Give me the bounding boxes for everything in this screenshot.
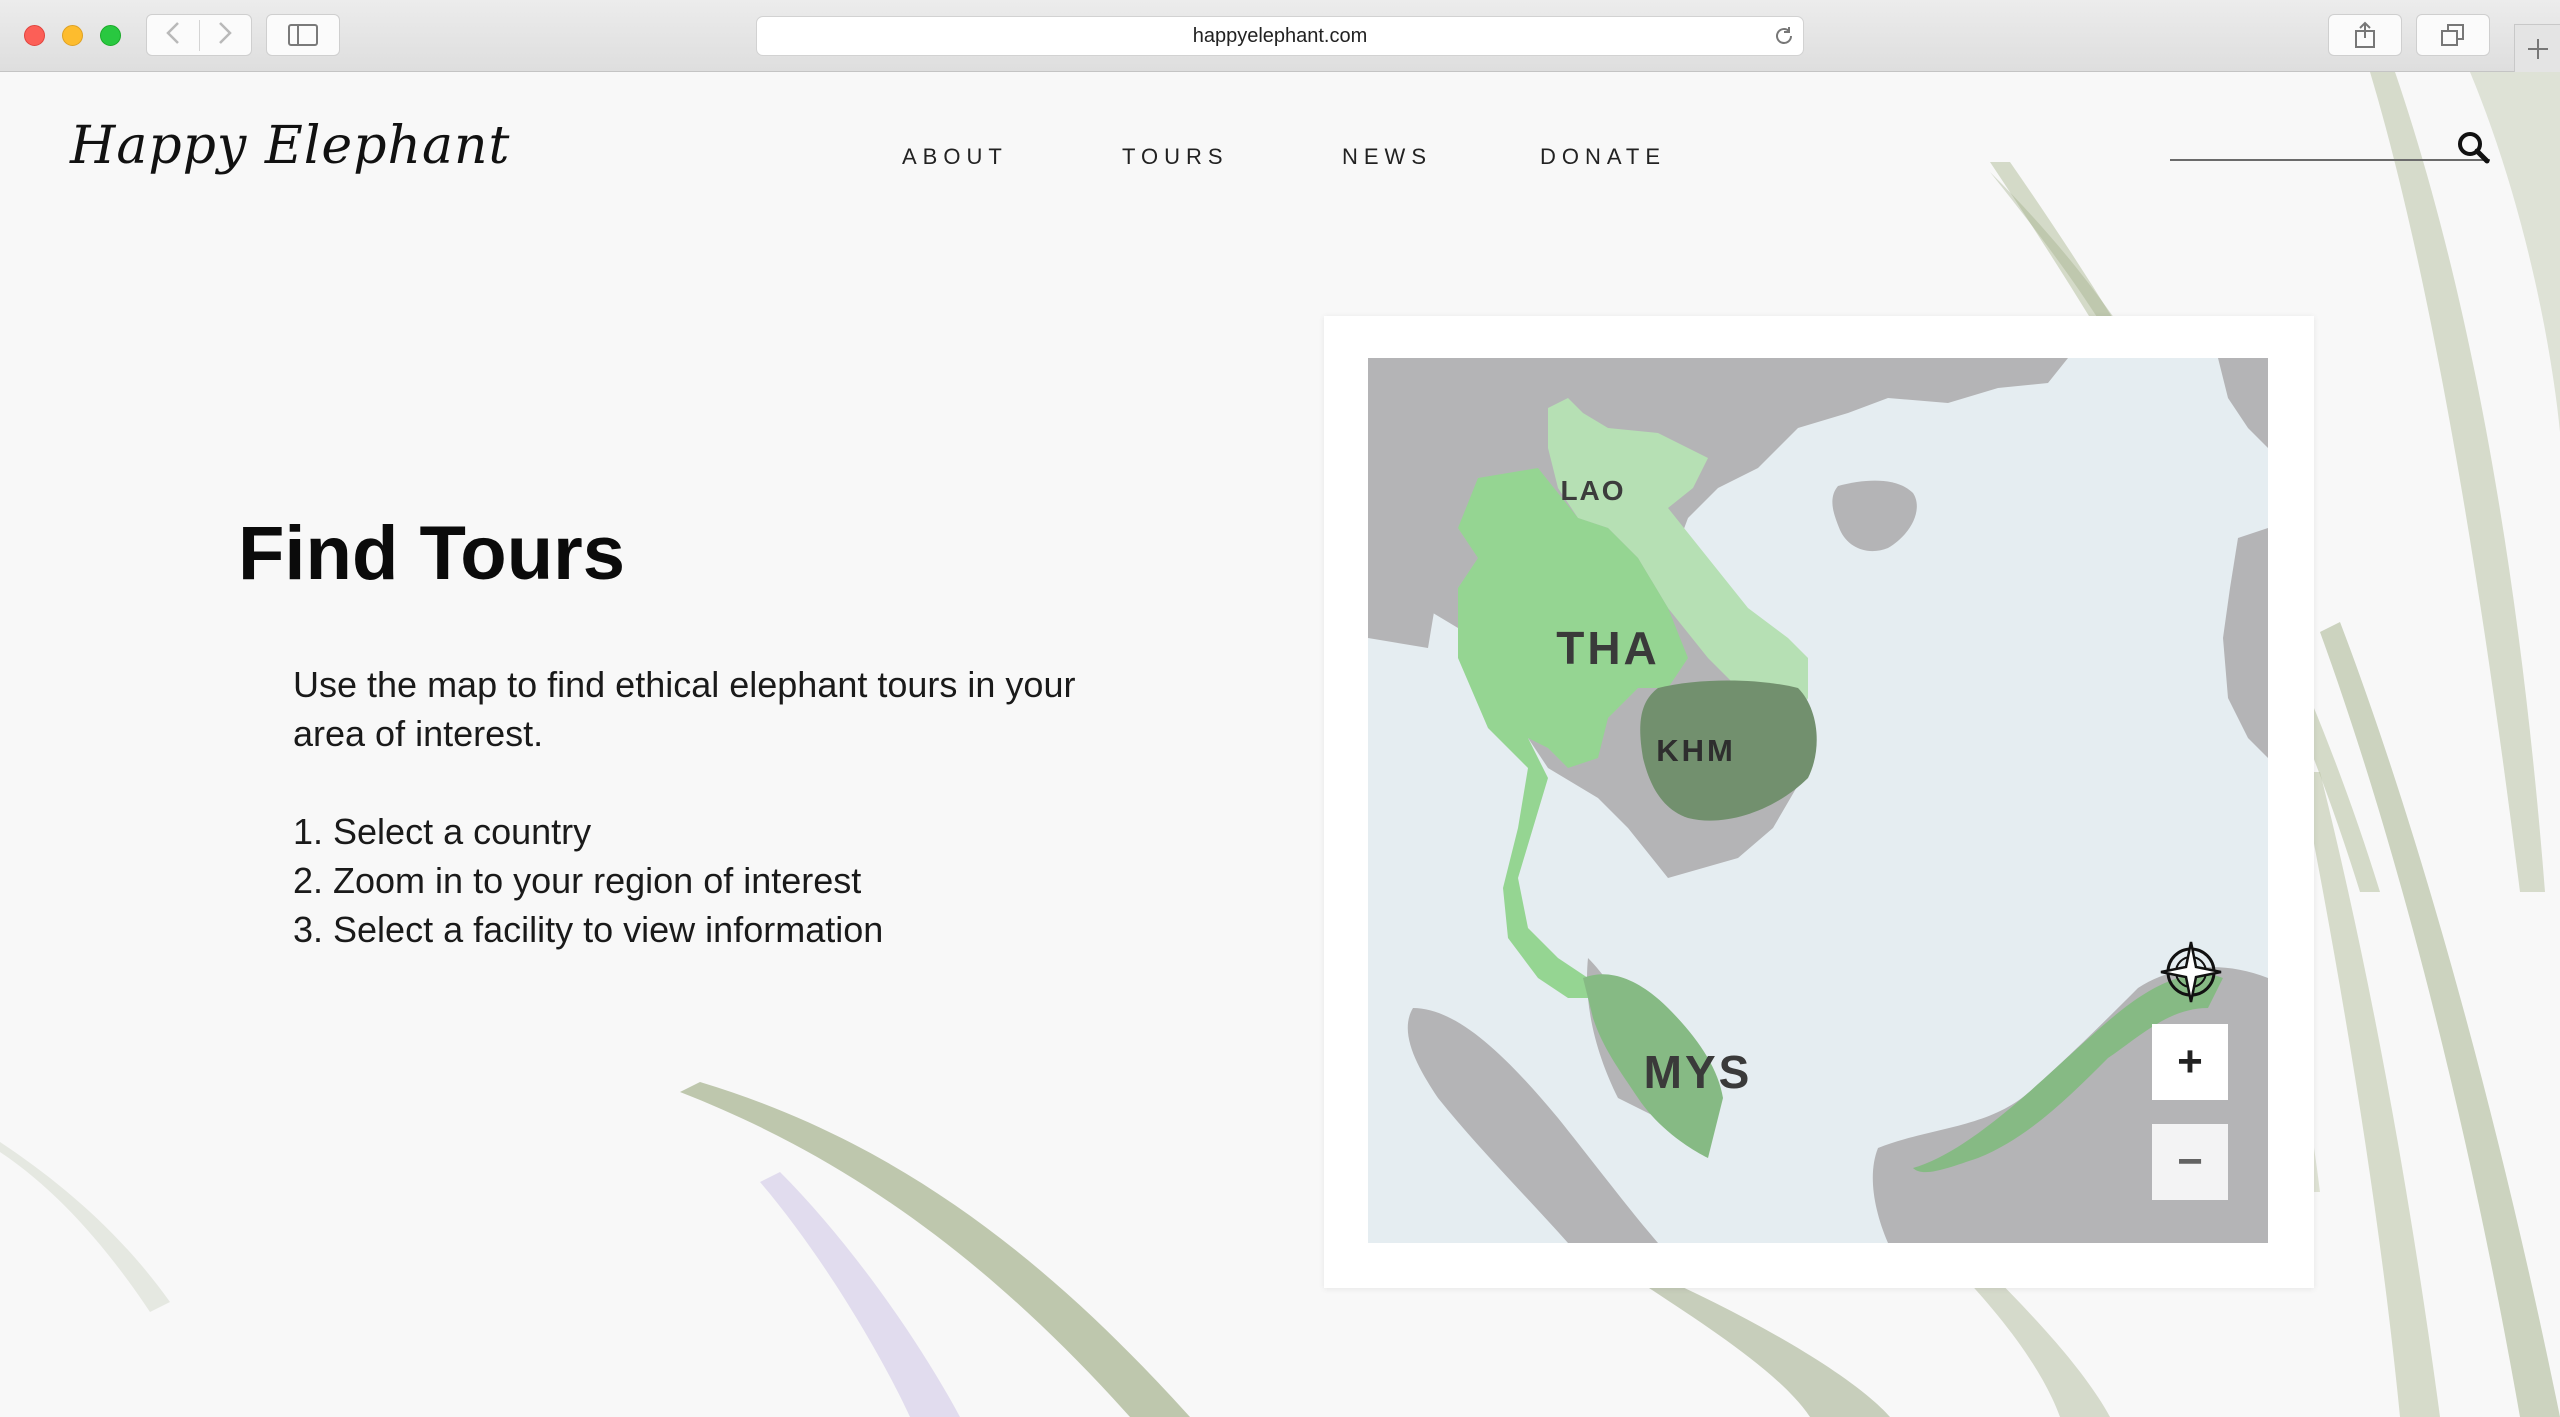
map-canvas: LAO THA KHM MYS [1368,358,2268,1243]
nav-about-link[interactable]: ABOUT [902,144,1008,170]
country-label-lao: LAO [1560,475,1625,506]
country-label-tha: THA [1556,622,1660,674]
step-item: 2. Zoom in to your region of interest [293,860,862,901]
new-tab-button[interactable] [2514,24,2560,72]
country-label-mys: MYS [1644,1046,1753,1098]
nav-donate-link[interactable]: DONATE [1540,144,1666,170]
land-hainan [1832,480,1917,552]
land-borneo [1872,967,2268,1243]
land-philippines [2223,528,2268,758]
tour-map[interactable]: LAO THA KHM MYS + − [1368,358,2268,1243]
minimize-window-button[interactable] [62,25,83,46]
search-input[interactable] [2170,159,2490,161]
reload-icon[interactable] [1773,25,1795,53]
map-card: LAO THA KHM MYS + − [1324,316,2314,1288]
step-item: 1. Select a country [293,811,592,852]
site-logo[interactable]: Happy Elephant [70,116,510,176]
history-nav-group [146,14,252,56]
address-bar[interactable]: happyelephant.com [756,16,1804,56]
url-text: happyelephant.com [1192,24,1368,47]
close-window-button[interactable] [24,25,45,46]
back-arrow-icon[interactable] [147,20,199,51]
step-item: 3. Select a facility to view information [293,909,884,950]
share-button[interactable] [2328,14,2402,56]
browser-toolbar: happyelephant.com [0,0,2560,72]
intro-line-2: area of interest. [293,713,544,754]
land-taiwan [2218,358,2268,448]
maximize-window-button[interactable] [100,25,121,46]
web-page: Happy Elephant ABOUT TOURS NEWS DONATE F… [0,72,2560,1417]
intro-line-1: Use the map to find ethical elephant tou… [293,664,1076,705]
zoom-in-button[interactable]: + [2152,1024,2228,1100]
nav-news-link[interactable]: NEWS [1342,144,1432,170]
plus-icon [2527,38,2548,59]
nav-tours-link[interactable]: TOURS [1122,144,1229,170]
sidebar-toggle-button[interactable] [266,14,340,56]
search-icon[interactable] [2456,130,2490,169]
tabs-overview-button[interactable] [2416,14,2490,56]
forward-arrow-icon[interactable] [198,19,252,51]
tabs-icon [2441,24,2464,46]
share-icon [2355,21,2375,48]
country-label-khm: KHM [1656,733,1736,768]
page-title: Find Tours [238,511,625,596]
sidebar-icon [288,24,318,46]
zoom-out-button[interactable]: − [2152,1124,2228,1200]
